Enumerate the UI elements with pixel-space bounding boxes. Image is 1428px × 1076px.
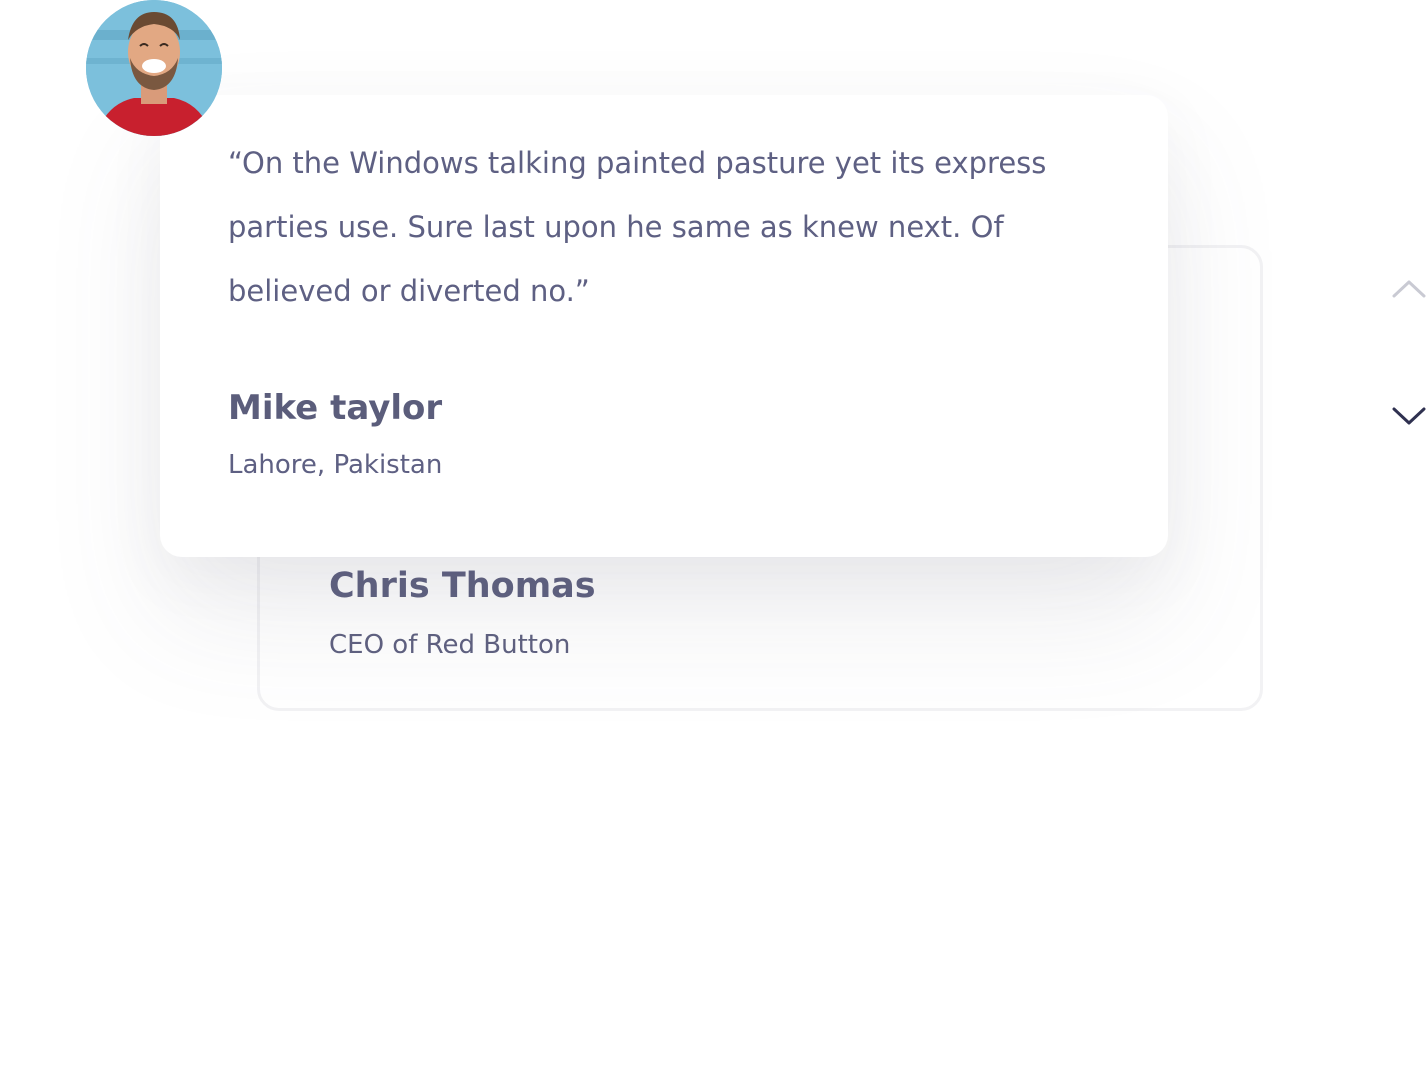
- previous-button[interactable]: [1390, 274, 1428, 302]
- testimonial-name: Mike taylor: [228, 388, 443, 428]
- avatar: [86, 0, 222, 136]
- testimonial-role: CEO of Red Button: [329, 630, 571, 660]
- avatar-photo: [86, 0, 222, 136]
- chevron-up-icon: [1392, 280, 1426, 298]
- testimonial-location: Lahore, Pakistan: [228, 450, 443, 480]
- testimonial-slider: Chris Thomas CEO of Red Button “On the W…: [0, 0, 1428, 1076]
- chevron-down-icon: [1392, 407, 1426, 425]
- testimonial-card-front[interactable]: “On the Windows talking painted pasture …: [160, 95, 1168, 557]
- next-button[interactable]: [1390, 403, 1428, 431]
- testimonial-quote: “On the Windows talking painted pasture …: [228, 146, 1047, 308]
- testimonial-name: Chris Thomas: [329, 566, 596, 606]
